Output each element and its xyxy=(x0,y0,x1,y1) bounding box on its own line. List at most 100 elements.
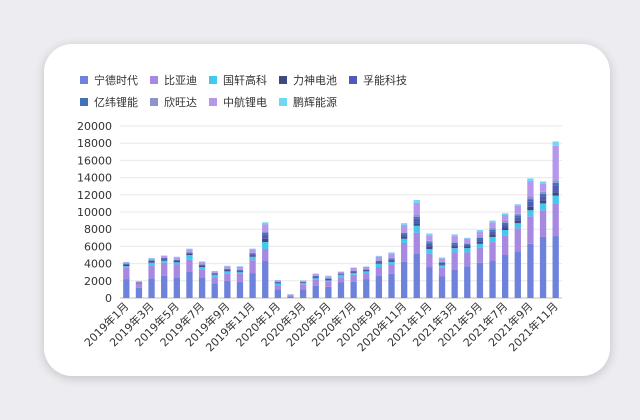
bar-segment-5-30[interactable] xyxy=(502,222,509,225)
bar-segment-4-16[interactable] xyxy=(325,278,332,280)
bar-segment-0-8[interactable] xyxy=(224,280,231,298)
bar-segment-1-21[interactable] xyxy=(388,264,395,274)
bar-segment-1-9[interactable] xyxy=(236,273,244,282)
bar-segment-8-30[interactable] xyxy=(502,213,509,216)
bar-segment-1-33[interactable] xyxy=(539,210,547,237)
bar-segment-1-11[interactable] xyxy=(262,248,269,262)
bar-segment-3-17[interactable] xyxy=(337,274,345,275)
bar-segment-0-2[interactable] xyxy=(148,278,155,298)
bar-segment-4-0[interactable] xyxy=(123,264,130,265)
bar-segment-6-28[interactable] xyxy=(476,236,484,238)
bar-segment-7-31[interactable] xyxy=(514,205,521,214)
bar-segment-0-27[interactable] xyxy=(464,266,471,298)
bar-segment-2-12[interactable] xyxy=(274,283,282,286)
bar-segment-0-9[interactable] xyxy=(236,281,244,298)
bar-segment-0-6[interactable] xyxy=(198,277,206,298)
bar-segment-3-21[interactable] xyxy=(388,260,395,262)
bar-segment-3-34[interactable] xyxy=(552,192,559,196)
bar-segment-1-16[interactable] xyxy=(325,281,332,287)
bar-segment-7-11[interactable] xyxy=(262,224,269,232)
bar-segment-7-22[interactable] xyxy=(400,224,408,233)
bar-segment-1-4[interactable] xyxy=(173,264,180,278)
bar-segment-4-32[interactable] xyxy=(527,201,534,207)
bar-segment-2-25[interactable] xyxy=(438,265,446,268)
bar-segment-4-3[interactable] xyxy=(161,258,168,260)
bar-segment-0-20[interactable] xyxy=(375,275,383,298)
bar-segment-7-29[interactable] xyxy=(489,222,496,228)
bar-segment-4-11[interactable] xyxy=(262,234,269,239)
bar-segment-3-18[interactable] xyxy=(350,272,357,274)
bar-segment-4-20[interactable] xyxy=(375,261,383,263)
bar-segment-5-26[interactable] xyxy=(451,242,458,245)
bar-segment-1-6[interactable] xyxy=(198,269,206,278)
bar-segment-2-29[interactable] xyxy=(489,236,496,243)
bar-segment-5-25[interactable] xyxy=(438,262,446,263)
bar-segment-7-17[interactable] xyxy=(337,271,345,274)
bar-segment-4-21[interactable] xyxy=(388,259,395,261)
bar-segment-4-27[interactable] xyxy=(464,244,471,247)
bar-segment-7-15[interactable] xyxy=(312,274,319,276)
bar-segment-8-3[interactable] xyxy=(161,255,168,256)
bar-segment-8-27[interactable] xyxy=(464,237,471,239)
bar-segment-3-15[interactable] xyxy=(312,277,319,279)
bar-segment-8-20[interactable] xyxy=(375,255,383,257)
bar-segment-4-31[interactable] xyxy=(514,217,521,221)
bar-segment-0-26[interactable] xyxy=(451,269,458,298)
bar-segment-8-22[interactable] xyxy=(400,223,408,225)
bar-segment-2-19[interactable] xyxy=(363,271,370,274)
bar-segment-7-14[interactable] xyxy=(299,280,307,282)
bar-segment-3-6[interactable] xyxy=(198,265,206,268)
bar-segment-3-27[interactable] xyxy=(464,246,471,249)
bar-segment-0-24[interactable] xyxy=(426,267,433,298)
bar-segment-0-16[interactable] xyxy=(325,286,332,298)
bar-segment-2-16[interactable] xyxy=(325,280,332,282)
bar-segment-2-7[interactable] xyxy=(211,274,218,278)
bar-segment-6-32[interactable] xyxy=(527,196,534,200)
bar-segment-2-30[interactable] xyxy=(502,230,509,236)
bar-segment-2-24[interactable] xyxy=(426,248,433,254)
bar-segment-7-3[interactable] xyxy=(161,255,168,258)
bar-segment-5-29[interactable] xyxy=(489,229,496,232)
bar-segment-2-10[interactable] xyxy=(249,256,256,261)
bar-segment-0-19[interactable] xyxy=(363,279,370,298)
bar-segment-3-5[interactable] xyxy=(186,253,193,255)
bar-segment-2-14[interactable] xyxy=(299,282,307,285)
bar-segment-8-8[interactable] xyxy=(224,265,231,267)
bar-segment-0-21[interactable] xyxy=(388,273,395,298)
bar-segment-7-0[interactable] xyxy=(123,262,130,264)
bar-segment-4-33[interactable] xyxy=(539,196,547,201)
bar-segment-5-11[interactable] xyxy=(262,232,269,235)
bar-segment-3-3[interactable] xyxy=(161,259,168,261)
bar-segment-0-17[interactable] xyxy=(337,282,345,298)
bar-segment-8-2[interactable] xyxy=(148,258,155,259)
bar-segment-5-5[interactable] xyxy=(186,252,193,253)
bar-segment-1-28[interactable] xyxy=(476,247,484,263)
bar-segment-5-27[interactable] xyxy=(464,243,471,245)
bar-segment-2-31[interactable] xyxy=(514,223,521,229)
bar-segment-4-4[interactable] xyxy=(173,260,180,262)
bar-segment-7-2[interactable] xyxy=(148,258,155,260)
bar-segment-0-28[interactable] xyxy=(476,262,484,298)
bar-segment-3-9[interactable] xyxy=(236,271,244,273)
bar-segment-3-10[interactable] xyxy=(249,255,256,257)
bar-segment-6-22[interactable] xyxy=(400,232,408,234)
bar-segment-1-24[interactable] xyxy=(426,253,433,268)
bar-segment-2-33[interactable] xyxy=(539,203,547,211)
bar-segment-2-17[interactable] xyxy=(337,274,345,278)
bar-segment-7-21[interactable] xyxy=(388,253,395,259)
bar-segment-5-20[interactable] xyxy=(375,260,383,262)
bar-segment-0-13[interactable] xyxy=(287,296,294,298)
bar-segment-2-26[interactable] xyxy=(451,248,458,253)
bar-segment-8-6[interactable] xyxy=(198,261,206,262)
bar-segment-0-7[interactable] xyxy=(211,283,218,298)
bar-segment-7-12[interactable] xyxy=(274,280,282,282)
bar-segment-0-29[interactable] xyxy=(489,261,496,298)
bar-segment-2-21[interactable] xyxy=(388,261,395,265)
bar-segment-6-31[interactable] xyxy=(514,213,521,216)
bar-segment-3-0[interactable] xyxy=(123,264,130,267)
bar-segment-8-32[interactable] xyxy=(527,178,534,182)
bar-segment-0-10[interactable] xyxy=(249,273,256,298)
bar-segment-7-18[interactable] xyxy=(350,267,357,271)
bar-segment-6-21[interactable] xyxy=(388,258,395,259)
bar-segment-1-25[interactable] xyxy=(438,267,446,277)
